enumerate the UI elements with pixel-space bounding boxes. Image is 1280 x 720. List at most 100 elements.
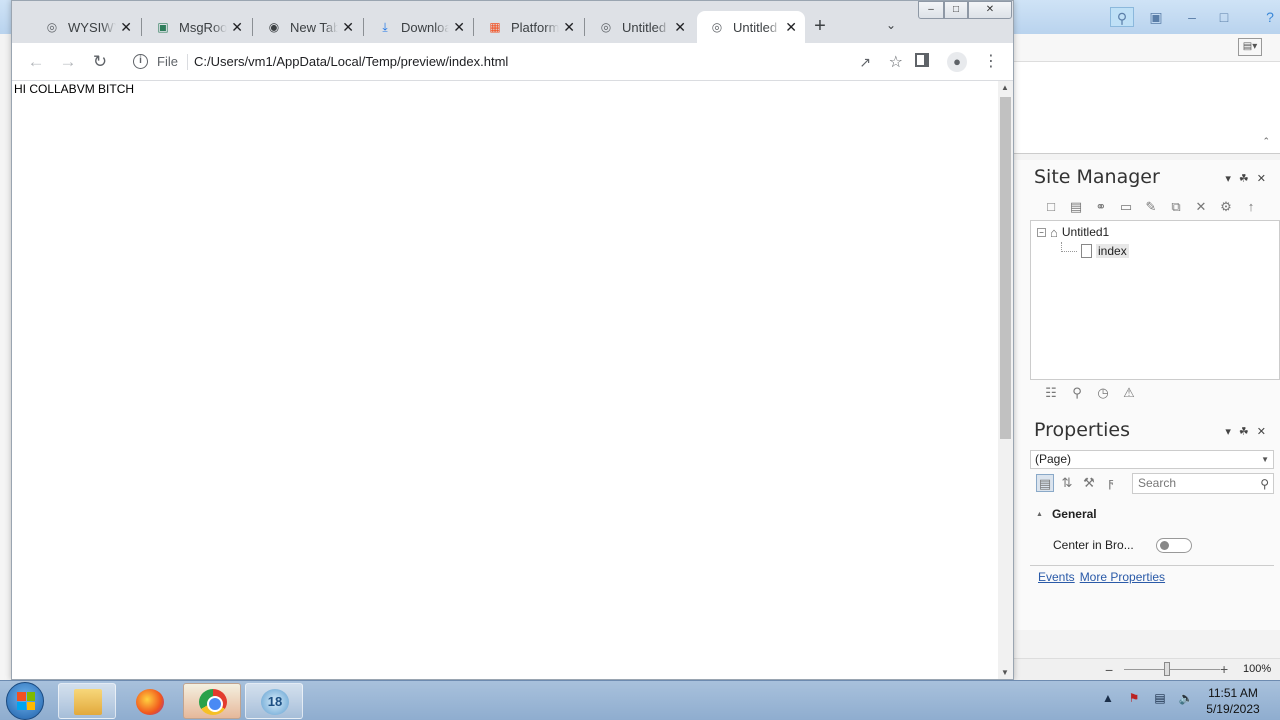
close-tab-icon[interactable]: ✕ [785,19,797,36]
maximize-button[interactable]: □ [944,1,968,19]
page-properties-icon[interactable]: ▤ [1067,198,1085,216]
sitemap-icon[interactable]: ☷ [1042,384,1060,402]
ribbon-options-button[interactable]: ▤▾ [1238,38,1262,56]
page-viewport[interactable]: HI COLLABVM BITCH [12,81,998,679]
chrome-icon [199,689,227,715]
search-icon[interactable]: ⚲ [1260,475,1269,494]
link-page-icon[interactable]: ⚭ [1092,198,1110,216]
taskbar-app18-button[interactable]: 18 [245,683,303,719]
browser-tab[interactable]: ◎ Untitled ✕ [697,11,805,43]
tree-item-index-page[interactable]: index [1061,242,1129,260]
tree-item-label: index [1096,244,1129,258]
ribbon-display-icon[interactable]: ▣ [1146,7,1166,27]
action-center-flag-icon[interactable]: ⚑ [1126,691,1142,705]
network-icon[interactable]: ▤ [1152,691,1168,705]
divider [1030,565,1274,566]
chrome-menu-icon[interactable]: ⋮ [983,51,999,71]
search-icon[interactable]: ⚲ [1110,7,1134,27]
scrollbar-thumb[interactable] [1000,97,1011,439]
center-in-browser-toggle[interactable] [1156,538,1192,553]
side-panel-icon[interactable] [915,53,929,67]
close-tab-icon[interactable]: ✕ [231,19,243,36]
close-tab-icon[interactable]: ✕ [342,19,354,36]
back-button[interactable]: ← [26,52,46,72]
forward-button[interactable]: → [58,52,78,72]
taskbar-firefox-button[interactable] [120,683,178,719]
settings-page-icon[interactable]: ⚙ [1217,198,1235,216]
taskbar-explorer-button[interactable] [58,683,116,719]
new-folder-icon[interactable]: ▭ [1117,198,1135,216]
close-tab-icon[interactable]: ✕ [453,19,465,36]
minimize-icon[interactable]: – [1182,7,1202,27]
new-page-icon[interactable]: □ [1042,198,1060,216]
collapse-up-icon[interactable]: ⌃ [1262,136,1270,147]
properties-panel-controls[interactable]: ▾☘✕ [1225,425,1274,438]
bookmark-star-icon[interactable]: ☆ [889,52,903,72]
designer-canvas[interactable]: ⌃ [1014,62,1280,154]
delete-icon[interactable]: ✕ [1192,198,1210,216]
object-selector-dropdown[interactable]: (Page) ▼ [1030,450,1274,469]
events-link[interactable]: Events [1038,570,1075,584]
volume-muted-icon[interactable]: 🔈 [1178,691,1194,705]
minimize-button[interactable]: – [918,1,944,19]
browser-tab[interactable]: ◎ Untitled ✕ [586,11,694,43]
system-clock[interactable]: 11:51 AM 5/19/2023 [1196,685,1270,717]
site-info-icon[interactable]: i [133,54,148,69]
windows-logo-icon [17,692,35,710]
share-icon[interactable]: ↗ [859,54,871,71]
browser-tab[interactable]: ◉ New Tab ✕ [254,11,362,43]
profile-avatar-icon[interactable]: ● [947,52,967,72]
more-properties-link[interactable]: More Properties [1080,570,1165,584]
site-manager-panel-controls[interactable]: ▾☘✕ [1225,172,1274,185]
warning-icon[interactable]: ⚠ [1120,384,1138,402]
scroll-down-arrow-icon[interactable]: ▼ [1001,668,1009,677]
browser-tab[interactable]: ▣ MsgRoom✕ [143,11,251,43]
zoom-slider-track[interactable] [1124,669,1220,670]
rename-icon[interactable]: ✎ [1142,198,1160,216]
tree-item-site-root[interactable]: − ⌂ Untitled1 [1037,223,1109,241]
close-window-button[interactable]: ✕ [968,1,1012,19]
chrome-icon: ◉ [268,20,280,34]
browser-tab[interactable]: ▦ Platform ✕ [475,11,583,43]
tab-search-chevron-icon[interactable]: ⌄ [886,18,896,32]
zoom-out-icon[interactable]: − [1105,662,1113,678]
new-tab-button[interactable]: + [808,15,832,38]
section-general-header[interactable]: ▲ General [1036,507,1097,521]
close-tab-icon[interactable]: ✕ [674,19,686,36]
zoom-level: 100% [1243,663,1272,675]
pin-icon[interactable]: ⚲ [1068,384,1086,402]
page-body-text: HI COLLABVM BITCH [14,82,135,96]
browser-tab[interactable]: ⤓ Downloads✕ [365,11,473,43]
wrench-icon[interactable]: ⚒ [1080,474,1098,492]
move-up-icon[interactable]: ↑ [1242,198,1260,216]
taskbar-chrome-button[interactable] [183,683,241,719]
categorized-view-icon[interactable]: ▤ [1036,474,1054,492]
reload-button[interactable]: ↻ [90,52,110,72]
zoom-slider-thumb[interactable] [1164,662,1170,676]
folder-icon [74,689,102,715]
tab-title: Untitled [622,19,667,35]
scroll-up-arrow-icon[interactable]: ▲ [1001,83,1009,92]
help-icon[interactable]: ? [1260,7,1280,27]
browser-tab[interactable]: ◎ WYSIWYG✕ [32,11,140,43]
events-lightning-icon[interactable]: ϝ [1102,474,1120,492]
duplicate-icon[interactable]: ⧉ [1167,198,1185,216]
tab-strip: ◎WYSIWYG✕▣MsgRoom✕◉New Tab✕⤓Downloads✕▦P… [12,1,1013,43]
show-hidden-icons-icon[interactable]: ▲ [1100,691,1116,705]
close-tab-icon[interactable]: ✕ [120,19,132,36]
vertical-scrollbar[interactable]: ▲ ▼ [998,81,1013,679]
url-text[interactable]: C:/Users/vm1/AppData/Local/Temp/preview/… [194,54,508,69]
collapse-triangle-icon[interactable]: ▲ [1036,511,1043,518]
page-icon [1081,244,1092,258]
collapse-icon[interactable]: − [1037,227,1046,237]
address-bar[interactable]: i File C:/Users/vm1/AppData/Local/Temp/p… [123,47,903,77]
close-tab-icon[interactable]: ✕ [563,19,575,36]
zoom-in-icon[interactable]: + [1220,661,1228,677]
sort-alpha-icon[interactable]: ⇅ [1058,474,1076,492]
properties-search-input[interactable]: Search ⚲ [1132,473,1274,494]
toggle-knob [1160,541,1169,550]
clock-icon[interactable]: ◷ [1094,384,1112,402]
globe-icon: ◎ [46,20,58,34]
start-button[interactable] [6,682,44,720]
maximize-icon[interactable]: □ [1214,7,1234,27]
